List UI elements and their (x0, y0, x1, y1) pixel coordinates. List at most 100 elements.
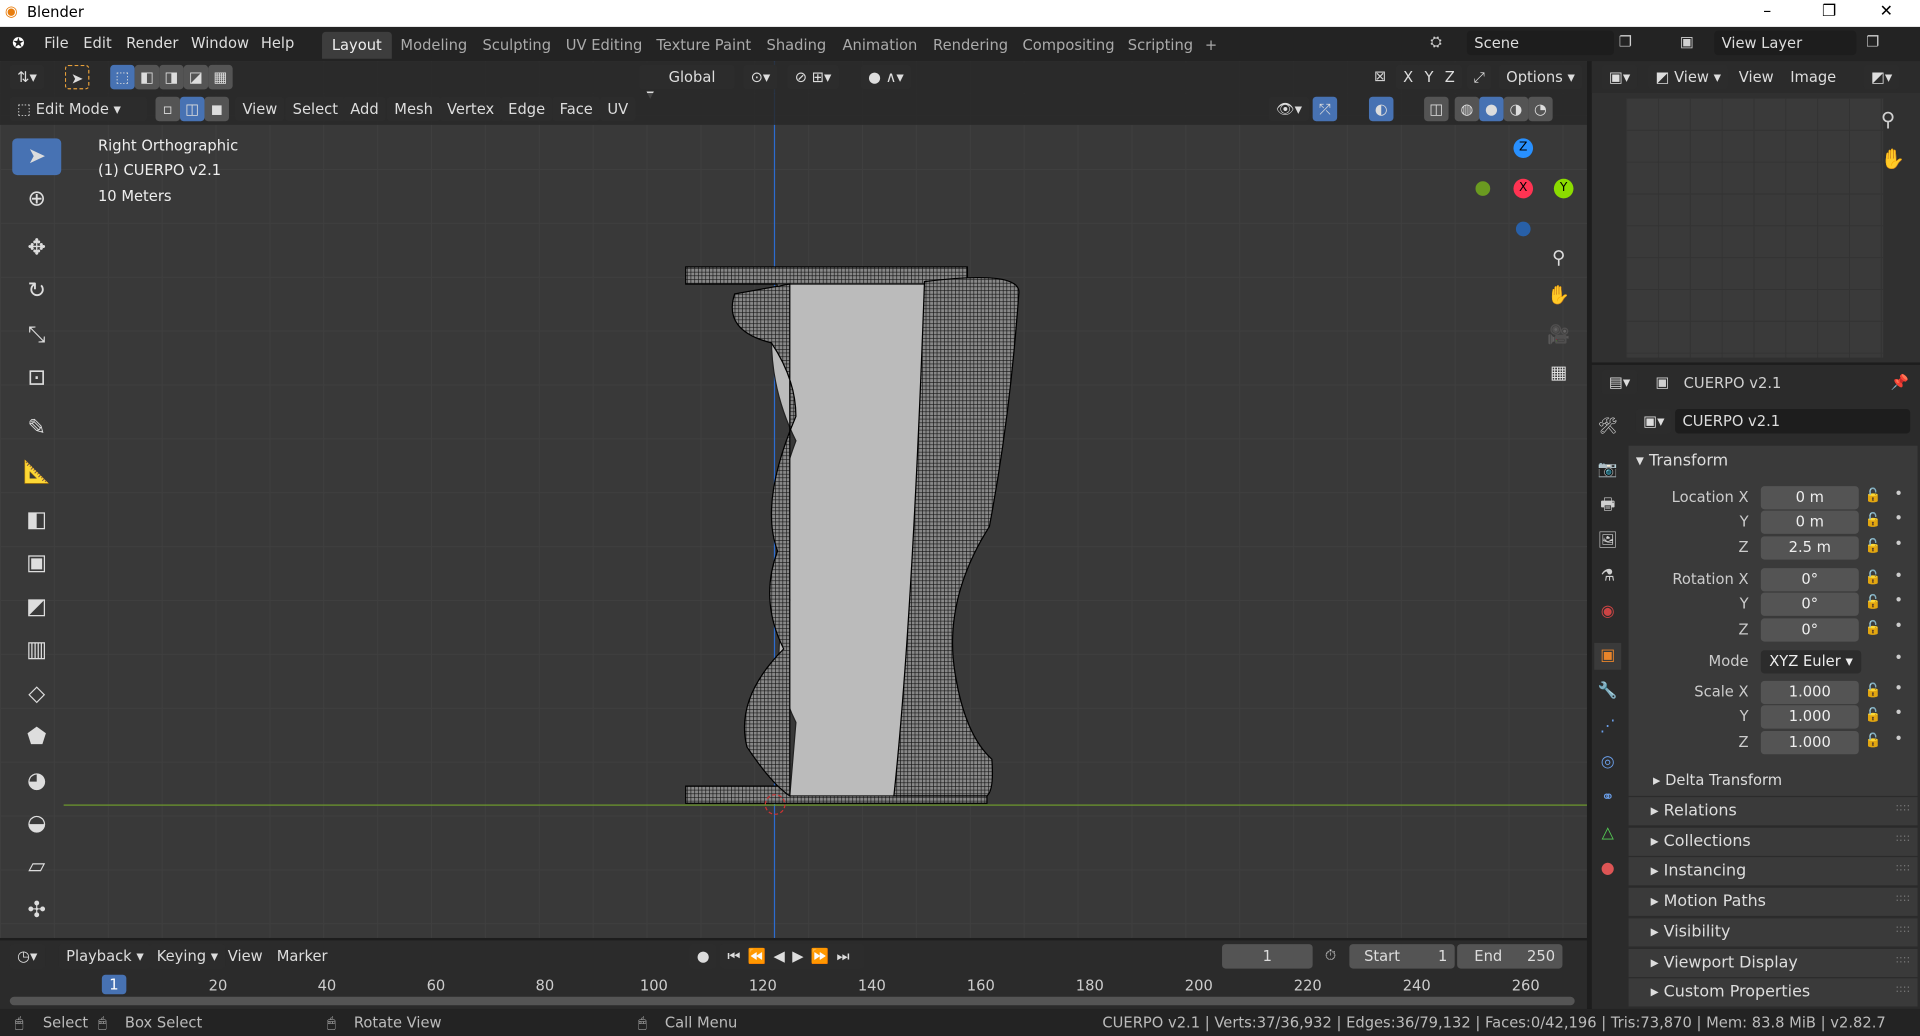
extrude-tool-icon[interactable]: ◧ (12, 502, 61, 539)
poly-build-tool-icon[interactable]: ⬟ (12, 719, 61, 756)
menu-select[interactable]: Select (285, 96, 346, 122)
menu-playback[interactable]: Playback ▾ (58, 944, 152, 969)
cursor-tool-icon[interactable]: ⊕ (12, 181, 61, 218)
gizmo-toggle-icon[interactable]: ⤱ (1312, 96, 1338, 122)
image-menu-view[interactable]: View (1731, 65, 1781, 89)
menu-render[interactable]: Render (126, 34, 178, 51)
tab-constraints-icon[interactable]: ⚭ (1594, 785, 1621, 812)
transform-value-field[interactable]: 1.000 (1760, 731, 1859, 755)
pivot-point-dropdown[interactable]: ⊙▾ (743, 64, 778, 90)
xray-toggle-icon[interactable]: ◫ (1424, 96, 1449, 122)
panel-header[interactable]: ▸ Custom Properties:::: (1628, 978, 1918, 1008)
lock-icon[interactable]: 🔓 (1865, 512, 1882, 528)
lock-icon[interactable]: 🔓 (1865, 569, 1882, 585)
keyframe-dot-icon[interactable]: • (1894, 567, 1903, 584)
timeline[interactable]: ◷▾ Playback ▾ Keying ▾ View Marker ● ⏮⏪◀… (0, 940, 1587, 1009)
tab-layout[interactable]: Layout (322, 31, 392, 59)
shading-rendered-icon[interactable]: ◔ (1528, 96, 1553, 122)
shading-wireframe-icon[interactable]: ◍ (1454, 96, 1480, 122)
tab-scene-icon[interactable]: ⚗ (1594, 563, 1621, 590)
lock-icon[interactable]: 🔓 (1865, 620, 1882, 636)
lock-icon[interactable]: 🔓 (1865, 487, 1882, 503)
3d-viewport[interactable]: Right Orthographic (1) CUERPO v2.1 10 Me… (0, 61, 1587, 938)
rotate-tool-icon[interactable]: ↻ (12, 273, 61, 310)
maximize-button[interactable]: ❐ (1822, 2, 1836, 20)
lock-icon[interactable]: 🔓 (1865, 594, 1882, 610)
annotate-tool-icon[interactable]: ✎ (12, 410, 61, 447)
lock-icon[interactable]: 🔓 (1865, 538, 1882, 554)
spin-tool-icon[interactable]: ◕ (12, 763, 61, 800)
menu-keying[interactable]: Keying ▾ (149, 944, 226, 969)
keyframe-dot-icon[interactable]: • (1894, 617, 1903, 634)
keyframe-dot-icon[interactable]: • (1894, 730, 1903, 747)
image-pan-icon[interactable]: ✋ (1881, 147, 1905, 170)
overlay-toggle-icon[interactable]: ◐ (1368, 96, 1394, 122)
lock-icon[interactable]: 🔓 (1865, 707, 1882, 723)
start-frame-field[interactable]: Start 1 (1349, 944, 1455, 969)
tab-uv-editing[interactable]: UV Editing (556, 32, 652, 59)
timeline-editor-type[interactable]: ◷▾ (9, 944, 45, 969)
keyframe-dot-icon[interactable]: • (1894, 535, 1903, 552)
panel-header[interactable]: ▸ Instancing:::: (1628, 857, 1918, 888)
tab-modeling[interactable]: Modeling (391, 32, 477, 59)
image-browse-button[interactable]: ◩▾ (1863, 64, 1900, 90)
transform-value-field[interactable]: 0° (1760, 568, 1859, 592)
image-menu-image[interactable]: Image (1783, 65, 1844, 89)
keyframe-dot-icon[interactable]: • (1894, 704, 1903, 721)
keyframe-dot-icon[interactable]: • (1894, 485, 1903, 502)
mode-dropdown[interactable]: ⬚ Edit Mode ▾ (9, 96, 147, 122)
visibility-dropdown[interactable]: 👁▾ (1268, 96, 1310, 122)
close-button[interactable]: ✕ (1880, 2, 1893, 20)
rip-tool-icon[interactable]: ✣ (12, 893, 61, 930)
drag-handle-icon[interactable]: :::: (1895, 802, 1910, 814)
tab-sculpting[interactable]: Sculpting (473, 32, 561, 59)
move-tool-icon[interactable]: ✥ (12, 230, 61, 267)
panel-header[interactable]: ▸ Collections:::: (1628, 827, 1918, 857)
object-browse-button[interactable]: ▣▾ (1635, 408, 1672, 434)
timeline-scrollbar[interactable] (9, 996, 1575, 1006)
shading-material-icon[interactable]: ◑ (1503, 96, 1529, 122)
snap-toggle[interactable]: ⊘ ⊞▾ (787, 64, 839, 90)
tab-modifiers-icon[interactable]: 🔧 (1594, 678, 1621, 705)
menu-mesh[interactable]: Mesh (386, 96, 441, 122)
bevel-tool-icon[interactable]: ◩ (12, 589, 61, 626)
rotation-mode-dropdown[interactable]: XYZ Euler ▾ (1760, 650, 1862, 674)
options-dropdown[interactable]: Options ▾ (1498, 64, 1583, 90)
transform-value-field[interactable]: 0 m (1760, 486, 1859, 510)
tab-output-icon[interactable]: 🖶 (1594, 492, 1621, 519)
smooth-tool-icon[interactable]: ◒ (12, 806, 61, 843)
face-select-icon[interactable]: ◼ (204, 96, 229, 122)
tab-compositing[interactable]: Compositing (1013, 32, 1125, 59)
menu-edit[interactable]: Edit (83, 34, 111, 51)
tab-data-icon[interactable]: △ (1594, 820, 1621, 847)
keyframe-dot-icon[interactable]: • (1894, 649, 1903, 666)
mirror-z-toggle[interactable]: Z (1437, 64, 1463, 90)
pin-icon[interactable]: 📌 (1891, 373, 1909, 390)
shear-tool-icon[interactable]: ▱ (12, 849, 61, 886)
scene-field[interactable]: Scene (1466, 30, 1614, 56)
timeline-menu-view[interactable]: View (220, 944, 270, 968)
transform-value-field[interactable]: 0° (1760, 618, 1859, 642)
select-mode-invert-icon[interactable]: ◪ (183, 64, 209, 90)
auto-merge-icon[interactable]: ⤢ (1466, 64, 1492, 90)
menu-edge[interactable]: Edge (500, 96, 553, 122)
properties-type-button[interactable]: ▤▾ (1601, 369, 1638, 395)
drag-handle-icon[interactable]: :::: (1895, 832, 1910, 844)
drag-handle-icon[interactable]: :::: (1895, 953, 1910, 965)
pan-hand-icon[interactable]: ✋ (1543, 279, 1575, 311)
delta-transform-header[interactable]: ▸ Delta Transform (1653, 771, 1782, 788)
menu-vertex[interactable]: Vertex (439, 96, 502, 122)
menu-marker[interactable]: Marker (269, 944, 334, 968)
menu-uv[interactable]: UV (600, 96, 636, 122)
playback-controls[interactable]: ⏮⏪◀▶⏩⏭ (720, 944, 865, 969)
vertex-select-icon[interactable]: ▫ (155, 96, 181, 122)
object-name-field[interactable]: CUERPO v2.1 (1675, 408, 1911, 434)
drag-handle-icon[interactable]: :::: (1895, 983, 1910, 995)
tab-tool-icon[interactable]: 🛠 (1594, 414, 1621, 441)
panel-header[interactable]: ▸ Viewport Display:::: (1628, 948, 1918, 978)
record-button[interactable]: ● (689, 944, 717, 969)
knife-tool-icon[interactable]: ◇ (12, 676, 61, 713)
image-zoom-icon[interactable]: ⚲ (1881, 108, 1895, 131)
view-layer-field[interactable]: View Layer (1714, 30, 1857, 56)
gizmo-neg-y[interactable] (1475, 181, 1491, 196)
